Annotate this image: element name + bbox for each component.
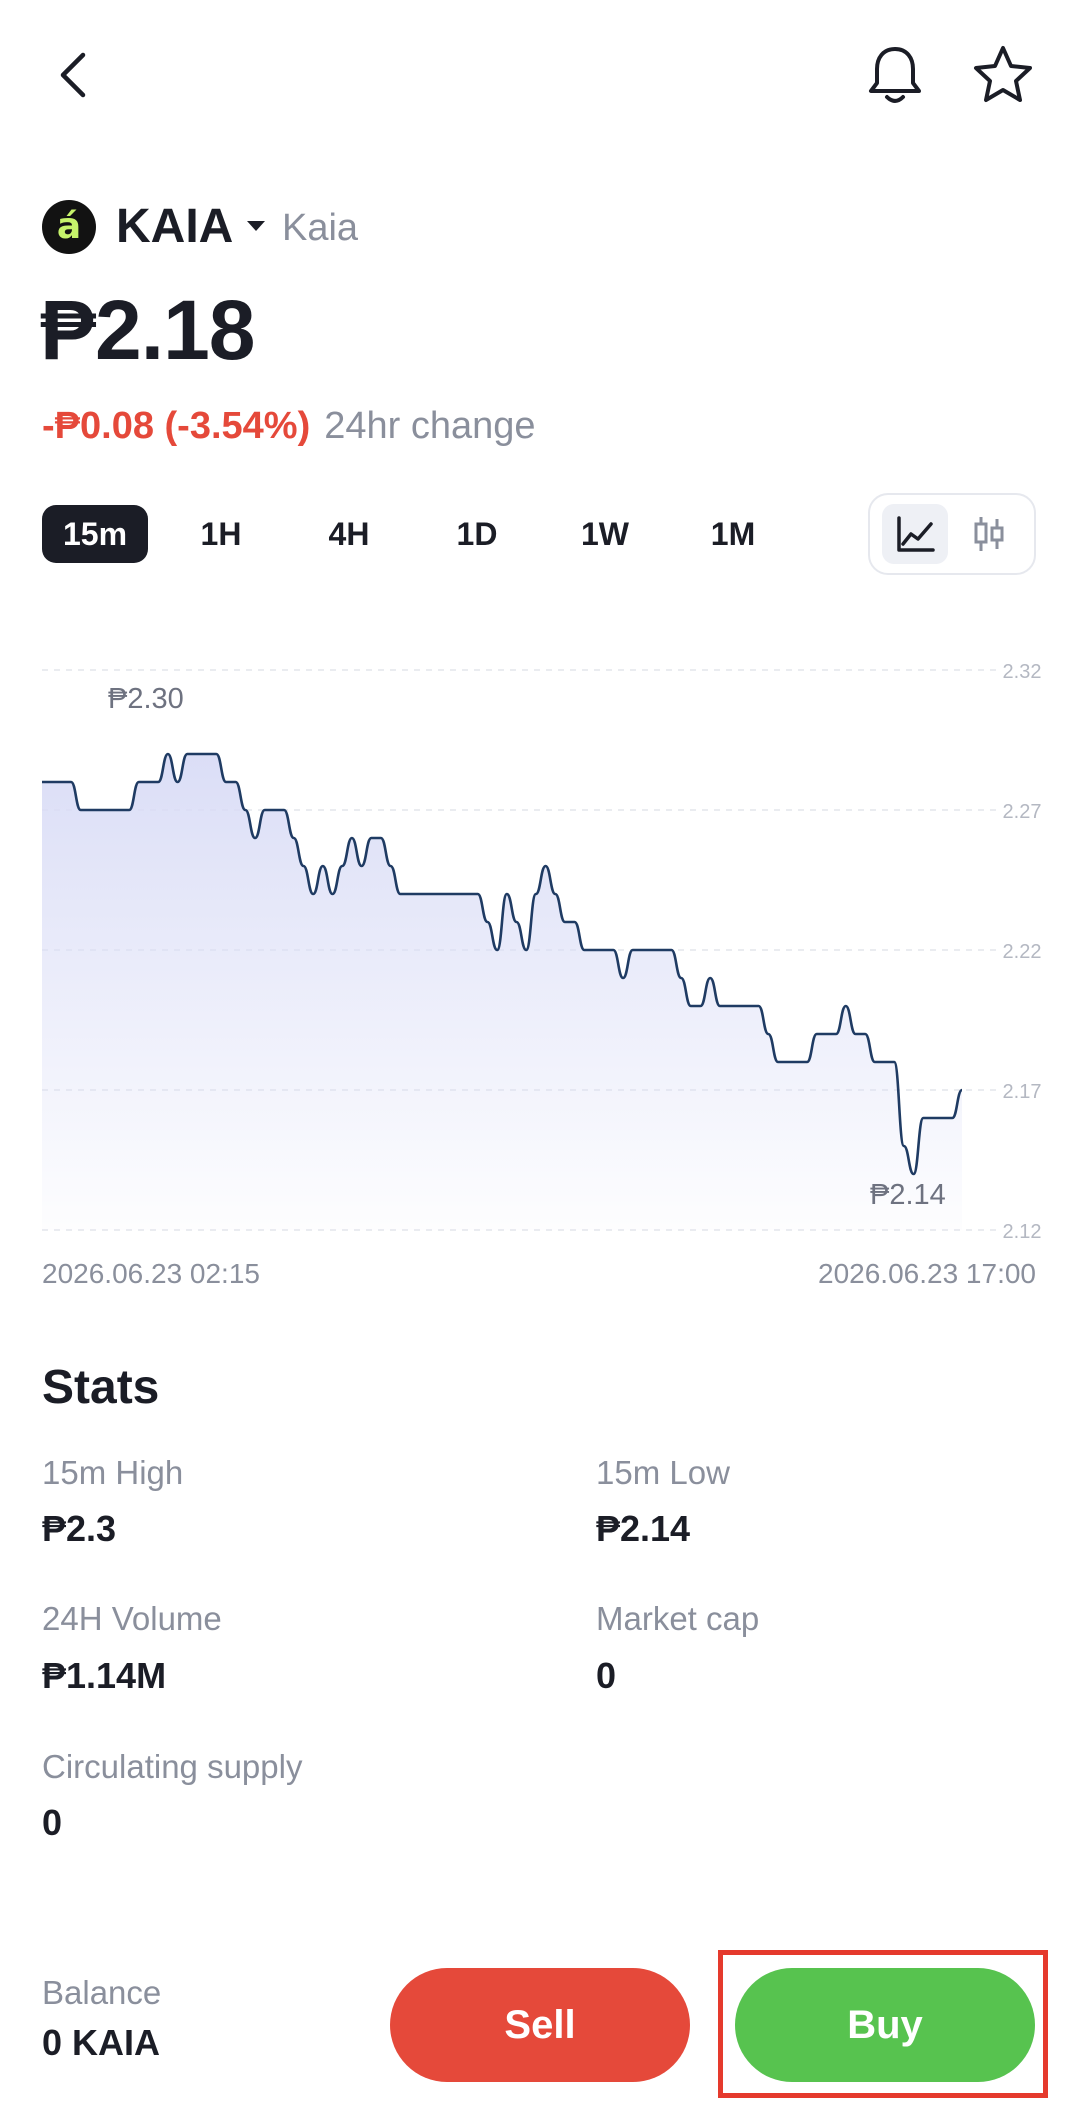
price-alert-button[interactable]: [850, 30, 940, 120]
stat-value-15m-low: ₱2.14: [596, 1508, 691, 1549]
stat-value-market-cap: 0: [596, 1655, 617, 1696]
tab-label: 4H: [328, 515, 370, 552]
chart-start-date: 2026.06.23 02:15: [42, 1258, 260, 1289]
stat-label-15m-low: 15m Low: [596, 1454, 730, 1491]
y-tick-label: 2.12: [1003, 1221, 1042, 1243]
balance-value: 0 KAIA: [42, 2022, 161, 2063]
stat-label-market-cap: Market cap: [596, 1600, 760, 1637]
chart-low-label: ₱2.14: [870, 1179, 946, 1211]
coin-symbol: KAIA: [116, 199, 234, 253]
time-range-tabs: 15m 1H 4H 1D 1W 1M: [42, 505, 786, 563]
tab-15m[interactable]: 15m: [42, 505, 148, 563]
y-tick-label: 2.17: [1003, 1081, 1042, 1103]
chevron-left-icon: [60, 52, 86, 98]
y-tick-label: 2.22: [1003, 941, 1042, 963]
stat-label-15m-high: 15m High: [42, 1454, 184, 1491]
stat-label-24h-volume: 24H Volume: [42, 1600, 222, 1637]
candlestick-chart-button[interactable]: [956, 504, 1022, 564]
coin-name: Kaia: [282, 207, 359, 249]
star-icon: [974, 46, 1032, 102]
favorite-button[interactable]: [958, 30, 1048, 120]
buy-button-highlight: [718, 1950, 1048, 2098]
tab-label: 15m: [62, 515, 128, 552]
coin-logo: á: [42, 200, 96, 254]
chart-end-date: 2026.06.23 17:00: [818, 1258, 1036, 1289]
stat-value-15m-high: ₱2.3: [42, 1508, 117, 1549]
price-change-value: -₱0.08 (-3.54%): [42, 405, 311, 447]
stat-value-24h-volume: ₱1.14M: [42, 1655, 167, 1696]
price-change-label: 24hr change: [324, 405, 536, 447]
balance-label: Balance: [42, 1974, 162, 2011]
price-area: [42, 754, 962, 1230]
stats-title: Stats: [42, 1361, 160, 1414]
tab-label: 1D: [456, 515, 498, 552]
chart-type-toggle: [868, 493, 1036, 575]
y-tick-label: 2.32: [1003, 661, 1042, 683]
line-chart-button[interactable]: [882, 504, 948, 564]
coin-logo-letter: á: [56, 206, 82, 247]
tab-label: 1W: [581, 515, 629, 552]
stat-value-circulating-supply: 0: [42, 1802, 63, 1843]
y-axis: 2.32 2.27 2.22 2.17 2.12: [1003, 661, 1042, 1243]
sell-button[interactable]: Sell: [390, 1968, 690, 2082]
line-chart-icon: [897, 516, 935, 552]
price-chart[interactable]: 2.32 2.27 2.22 2.17 2.12 ₱2.30 ₱2.14: [0, 640, 1080, 1290]
tab-4h[interactable]: 4H: [296, 505, 402, 563]
tab-1h[interactable]: 1H: [168, 505, 274, 563]
chart-high-label: ₱2.30: [108, 683, 184, 715]
tab-1d[interactable]: 1D: [424, 505, 530, 563]
bell-icon: [869, 47, 921, 103]
tab-1m[interactable]: 1M: [680, 505, 786, 563]
caret-down-icon: [247, 221, 266, 231]
candlestick-chart-icon: [974, 517, 1004, 551]
back-button[interactable]: [28, 30, 118, 120]
tab-label: 1H: [200, 515, 242, 552]
coin-selector[interactable]: KAIA: [116, 194, 266, 258]
y-tick-label: 2.27: [1003, 801, 1042, 823]
sell-button-label: Sell: [504, 2002, 576, 2047]
tab-label: 1M: [710, 515, 756, 552]
current-price: ₱2.18: [40, 283, 256, 377]
price-change: -₱0.08 (-3.54%) 24hr change: [42, 400, 536, 452]
stat-label-circulating-supply: Circulating supply: [42, 1748, 303, 1785]
tab-1w[interactable]: 1W: [552, 505, 658, 563]
